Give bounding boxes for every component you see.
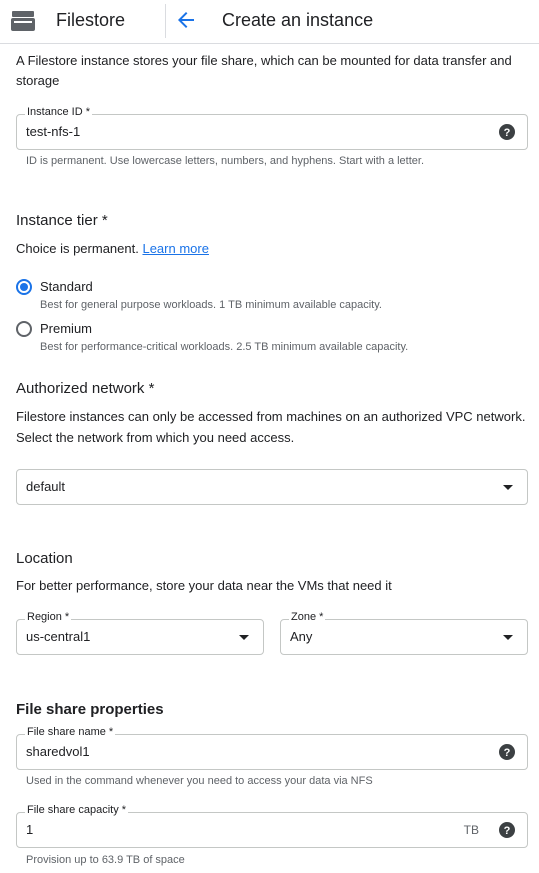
- location-title: Location: [16, 550, 73, 567]
- file-share-capacity-value[interactable]: 1: [26, 822, 33, 837]
- instance-id-value[interactable]: test-nfs-1: [26, 124, 80, 139]
- file-share-name-value[interactable]: sharedvol1: [26, 744, 90, 759]
- svg-text:?: ?: [504, 825, 511, 837]
- file-share-title: File share properties: [16, 701, 164, 718]
- radio-premium-desc: Best for performance-critical workloads.…: [40, 341, 409, 353]
- zone-select[interactable]: Zone * Any: [280, 611, 528, 655]
- learn-more-link[interactable]: Learn more: [142, 241, 208, 256]
- radio-premium-label[interactable]: Premium: [40, 321, 92, 336]
- file-share-capacity-hint: Provision up to 63.9 TB of space: [26, 854, 185, 866]
- filestore-drive-icon: [11, 11, 35, 31]
- network-desc-line-2: Select the network from which you need a…: [16, 430, 295, 445]
- caret-down-icon[interactable]: [503, 635, 513, 640]
- instance-tier-title: Instance tier *: [16, 212, 108, 229]
- intro-text: A Filestore instance stores your file sh…: [16, 51, 512, 91]
- file-share-name-field[interactable]: File share name * sharedvol1 ?: [16, 726, 528, 770]
- network-desc: Filestore instances can only be accessed…: [16, 406, 525, 448]
- tier-note: Choice is permanent. Learn more: [16, 239, 209, 259]
- region-select[interactable]: Region * us-central1: [16, 611, 264, 655]
- region-value: us-central1: [26, 629, 91, 644]
- arrow-back-icon[interactable]: [174, 8, 198, 32]
- network-select-value: default: [26, 479, 66, 494]
- top-bar: Filestore Create an instance: [0, 0, 539, 44]
- file-share-capacity-field[interactable]: File share capacity * 1 TB ?: [16, 804, 528, 848]
- page-title: Create an instance: [222, 10, 374, 30]
- zone-label: Zone *: [289, 611, 326, 623]
- help-circle-icon[interactable]: ?: [499, 822, 515, 838]
- file-share-name-label: File share name *: [25, 726, 116, 738]
- intro-line-2: storage: [16, 73, 60, 88]
- file-share-capacity-label: File share capacity *: [25, 804, 129, 816]
- network-desc-line-1: Filestore instances can only be accessed…: [16, 409, 526, 424]
- zone-value: Any: [290, 629, 313, 644]
- header-divider: [165, 4, 166, 38]
- caret-down-icon[interactable]: [503, 485, 513, 490]
- location-desc: For better performance, store your data …: [16, 578, 392, 593]
- svg-text:?: ?: [504, 747, 511, 759]
- radio-premium[interactable]: [16, 321, 32, 337]
- help-circle-icon[interactable]: ?: [499, 744, 515, 760]
- file-share-name-hint: Used in the command whenever you need to…: [26, 775, 373, 787]
- radio-standard-label[interactable]: Standard: [40, 279, 93, 294]
- capacity-unit: TB: [463, 823, 479, 837]
- network-select[interactable]: default: [16, 469, 528, 505]
- radio-standard-desc: Best for general purpose workloads. 1 TB…: [40, 299, 382, 311]
- help-circle-icon[interactable]: ?: [499, 124, 515, 140]
- instance-id-hint: ID is permanent. Use lowercase letters, …: [26, 155, 425, 167]
- svg-text:?: ?: [504, 127, 511, 139]
- product-name: Filestore: [56, 10, 126, 30]
- region-label: Region *: [25, 611, 72, 623]
- caret-down-icon[interactable]: [239, 635, 249, 640]
- intro-line-1: A Filestore instance stores your file sh…: [16, 53, 512, 68]
- tier-note-text: Choice is permanent.: [16, 241, 139, 256]
- instance-id-label: Instance ID *: [25, 106, 92, 118]
- radio-standard[interactable]: [16, 279, 32, 295]
- instance-id-field[interactable]: Instance ID * test-nfs-1 ?: [16, 106, 528, 150]
- authorized-network-title: Authorized network *: [16, 380, 155, 397]
